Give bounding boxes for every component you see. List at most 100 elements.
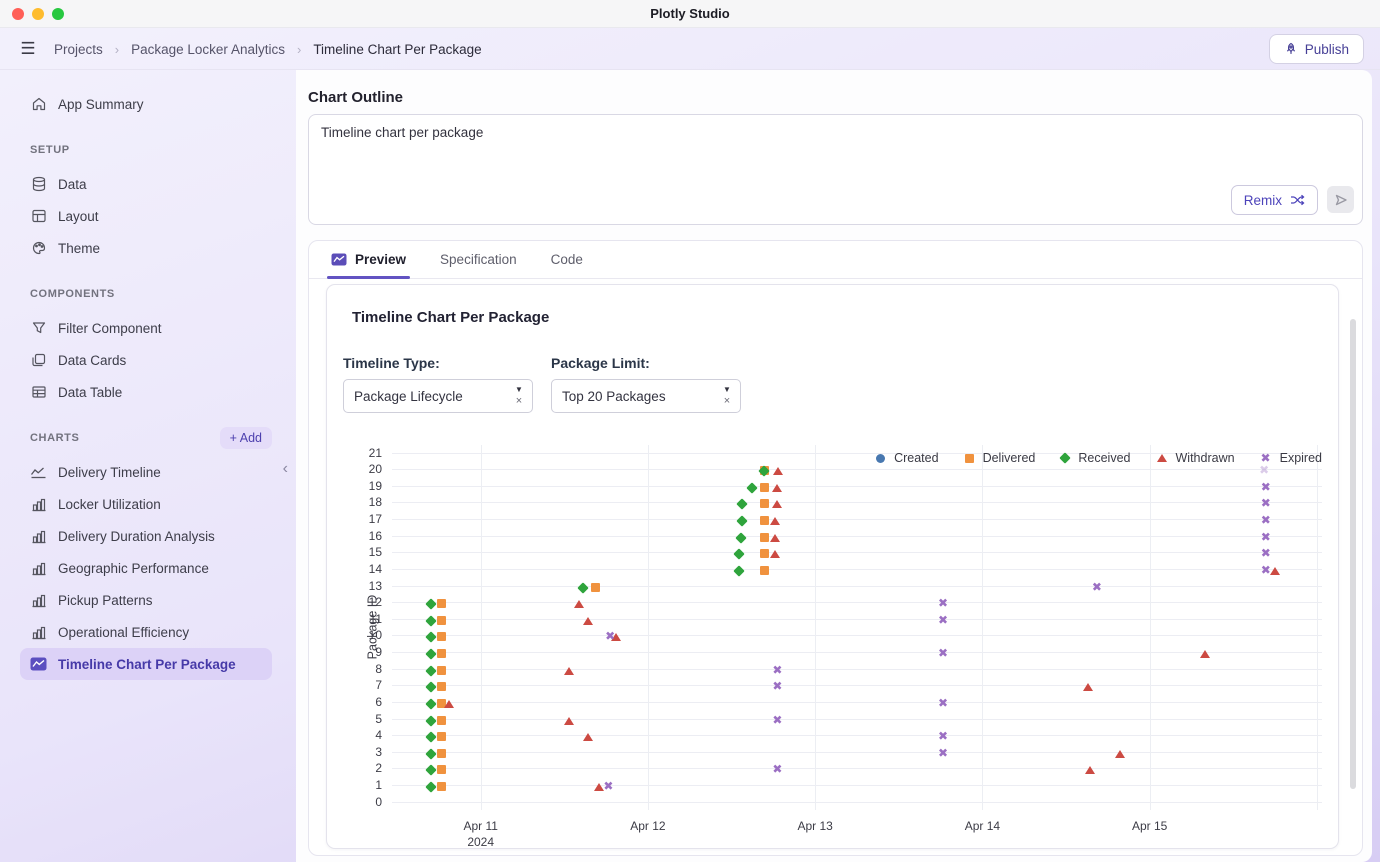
data-point-delivered[interactable] [760,564,769,578]
chevron-down-icon[interactable]: ▼ [723,386,731,394]
data-point-delivered[interactable] [760,481,769,495]
data-point-delivered[interactable] [437,630,446,644]
timeline-type-dropdown[interactable]: Package Lifecycle ▼ × [343,379,533,413]
sidebar-item-layout[interactable]: Layout [20,200,272,232]
data-point-withdrawn[interactable] [1270,564,1280,578]
legend-entry-received[interactable]: Received [1061,451,1130,465]
data-point-withdrawn[interactable] [772,497,782,511]
tab-specification[interactable]: Specification [440,241,517,278]
data-point-withdrawn[interactable] [773,464,783,478]
data-point-delivered[interactable] [437,614,446,628]
sidebar-item-app-summary[interactable]: App Summary [20,88,272,120]
data-point-expired[interactable]: ✖ [772,663,782,677]
clear-icon[interactable]: × [724,396,730,407]
data-point-received[interactable] [427,697,435,711]
data-point-received[interactable] [427,647,435,661]
data-point-expired[interactable]: ✖ [1261,563,1271,577]
data-point-expired[interactable]: ✖ [1259,463,1269,477]
sidebar-item-filter-component[interactable]: Filter Component [20,312,272,344]
data-point-received[interactable] [427,747,435,761]
data-point-expired[interactable]: ✖ [1261,480,1271,494]
data-point-expired[interactable]: ✖ [772,762,782,776]
data-point-withdrawn[interactable] [772,481,782,495]
sidebar-item-delivery-timeline[interactable]: Delivery Timeline [20,456,272,488]
package-limit-dropdown[interactable]: Top 20 Packages ▼ × [551,379,741,413]
clear-icon[interactable]: × [516,396,522,407]
data-point-delivered[interactable] [437,647,446,661]
data-point-withdrawn[interactable] [1200,647,1210,661]
data-point-expired[interactable]: ✖ [938,746,948,760]
data-point-withdrawn[interactable] [564,664,574,678]
data-point-received[interactable] [760,464,768,478]
data-point-expired[interactable]: ✖ [1261,530,1271,544]
sidebar-item-delivery-duration-analysis[interactable]: Delivery Duration Analysis [20,520,272,552]
data-point-expired[interactable]: ✖ [938,646,948,660]
menu-icon[interactable]: ☰ [16,37,40,61]
sidebar-item-data-table[interactable]: Data Table [20,376,272,408]
data-point-received[interactable] [738,497,746,511]
legend-entry-expired[interactable]: ✖Expired [1261,451,1322,465]
data-point-delivered[interactable] [760,497,769,511]
data-point-expired[interactable]: ✖ [1261,513,1271,527]
data-point-delivered[interactable] [760,514,769,528]
tab-code[interactable]: Code [551,241,583,278]
sidebar-item-operational-efficiency[interactable]: Operational Efficiency [20,616,272,648]
tab-preview[interactable]: Preview [331,241,406,278]
legend-entry-withdrawn[interactable]: Withdrawn [1157,451,1235,465]
data-point-withdrawn[interactable] [564,714,574,728]
data-point-delivered[interactable] [437,747,446,761]
data-point-received[interactable] [427,597,435,611]
chevron-down-icon[interactable]: ▼ [515,386,523,394]
sidebar-item-timeline-chart-per-package[interactable]: Timeline Chart Per Package [20,648,272,680]
data-point-delivered[interactable] [760,531,769,545]
data-point-withdrawn[interactable] [770,531,780,545]
data-point-delivered[interactable] [437,664,446,678]
data-point-received[interactable] [427,630,435,644]
sidebar-item-locker-utilization[interactable]: Locker Utilization [20,488,272,520]
remix-button[interactable]: Remix [1231,185,1318,215]
data-point-received[interactable] [735,547,743,561]
data-point-delivered[interactable] [437,714,446,728]
data-point-received[interactable] [427,763,435,777]
data-point-received[interactable] [579,581,587,595]
data-point-expired[interactable]: ✖ [938,729,948,743]
publish-button[interactable]: Publish [1269,34,1364,64]
data-point-received[interactable] [738,514,746,528]
data-point-withdrawn[interactable] [583,614,593,628]
data-point-withdrawn[interactable] [770,514,780,528]
data-point-received[interactable] [737,531,745,545]
data-point-delivered[interactable] [591,581,600,595]
data-point-received[interactable] [427,680,435,694]
data-point-expired[interactable]: ✖ [605,629,615,643]
data-point-expired[interactable]: ✖ [772,679,782,693]
sidebar-item-data-cards[interactable]: Data Cards [20,344,272,376]
data-point-expired[interactable]: ✖ [1261,546,1271,560]
chart-outline-input[interactable] [321,125,1350,185]
vertical-scrollbar[interactable] [1350,319,1356,789]
data-point-delivered[interactable] [437,780,446,794]
data-point-withdrawn[interactable] [1115,747,1125,761]
data-point-expired[interactable]: ✖ [1092,580,1102,594]
data-point-received[interactable] [427,614,435,628]
add-chart-button[interactable]: + Add [220,427,272,449]
sidebar-item-data[interactable]: Data [20,168,272,200]
data-point-expired[interactable]: ✖ [1261,496,1271,510]
data-point-withdrawn[interactable] [1083,680,1093,694]
data-point-delivered[interactable] [437,680,446,694]
sidebar-item-pickup-patterns[interactable]: Pickup Patterns [20,584,272,616]
data-point-withdrawn[interactable] [770,547,780,561]
data-point-expired[interactable]: ✖ [938,696,948,710]
legend-entry-delivered[interactable]: Delivered [965,451,1036,465]
data-point-expired[interactable]: ✖ [772,713,782,727]
data-point-delivered[interactable] [760,547,769,561]
data-point-received[interactable] [427,664,435,678]
sidebar-collapse-icon[interactable]: ‹ [283,460,288,478]
data-point-expired[interactable]: ✖ [938,613,948,627]
data-point-expired[interactable]: ✖ [603,779,613,793]
data-point-delivered[interactable] [437,730,446,744]
data-point-withdrawn[interactable] [583,730,593,744]
data-point-withdrawn[interactable] [574,597,584,611]
data-point-received[interactable] [735,564,743,578]
data-point-withdrawn[interactable] [444,697,454,711]
sidebar-item-geographic-performance[interactable]: Geographic Performance [20,552,272,584]
